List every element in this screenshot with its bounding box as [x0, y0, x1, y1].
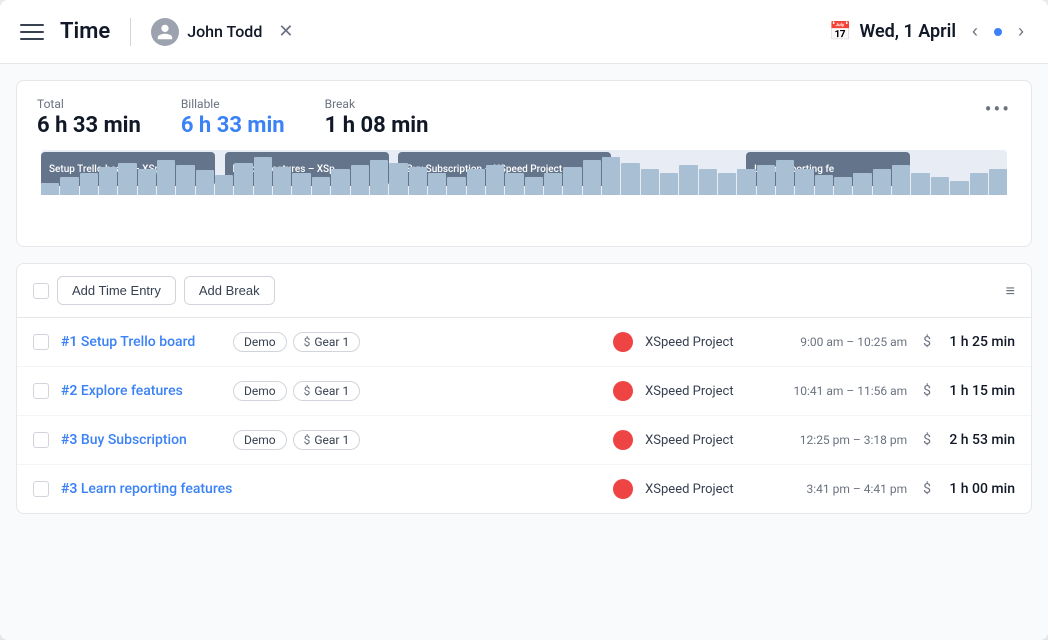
summary-card: Total 6 h 33 min Billable 6 h 33 min Bre…	[16, 80, 1032, 247]
prev-day-button[interactable]: ‹	[964, 17, 986, 46]
billable-value: 6 h 33 min	[181, 113, 285, 138]
demo-tag[interactable]: Demo	[233, 381, 287, 401]
user-info: John Todd ✕	[151, 18, 293, 46]
app-window: Time John Todd ✕ 📅 Wed, 1 April ‹ › Tota…	[0, 0, 1048, 640]
break-summary: Break 1 h 08 min	[325, 97, 429, 138]
project-color-dot	[613, 479, 633, 499]
entries-toolbar: Add Time Entry Add Break ≡	[17, 264, 1031, 318]
entry-duration: 2 h 53 min	[943, 432, 1015, 448]
dollar-icon: $	[304, 384, 311, 398]
project-name: XSpeed Project	[645, 384, 755, 399]
billable-icon: $	[923, 334, 931, 350]
close-icon[interactable]: ✕	[278, 21, 293, 42]
project-name: XSpeed Project	[645, 482, 755, 497]
entry-time-range: 3:41 pm – 4:41 pm	[767, 482, 907, 496]
today-dot[interactable]	[994, 28, 1002, 36]
entry-checkbox[interactable]	[33, 334, 49, 350]
billing-tag[interactable]: $ Gear 1	[293, 332, 361, 352]
entry-task[interactable]: #3 Learn reporting features	[61, 481, 232, 497]
header: Time John Todd ✕ 📅 Wed, 1 April ‹ ›	[0, 0, 1048, 64]
table-row: #3 Buy Subscription Demo $ Gear 1 XSpeed…	[17, 416, 1031, 465]
table-row: #3 Learn reporting features XSpeed Proje…	[17, 465, 1031, 513]
table-row: #2 Explore features Demo $ Gear 1 XSpeed…	[17, 367, 1031, 416]
add-time-entry-button[interactable]: Add Time Entry	[57, 276, 176, 305]
entry-time-range: 12:25 pm – 3:18 pm	[767, 433, 907, 447]
billing-tag[interactable]: $ Gear 1	[293, 381, 361, 401]
header-divider	[130, 18, 131, 46]
entry-checkbox[interactable]	[33, 383, 49, 399]
entry-duration: 1 h 00 min	[943, 481, 1015, 497]
dollar-icon: $	[304, 335, 311, 349]
billable-summary: Billable 6 h 33 min	[181, 97, 285, 138]
entry-checkbox[interactable]	[33, 432, 49, 448]
billable-icon: $	[923, 383, 931, 399]
user-name: John Todd	[187, 22, 262, 41]
next-day-button[interactable]: ›	[1010, 17, 1032, 46]
entry-checkbox[interactable]	[33, 481, 49, 497]
project-color-dot	[613, 381, 633, 401]
total-label: Total	[37, 97, 141, 111]
entries-list: #1 Setup Trello board Demo $ Gear 1 XSpe…	[17, 318, 1031, 513]
entry-task[interactable]: #3 Buy Subscription	[61, 432, 221, 448]
project-name: XSpeed Project	[645, 335, 755, 350]
date-nav: 📅 Wed, 1 April ‹ ›	[829, 17, 1032, 46]
avatar	[151, 18, 179, 46]
project-name: XSpeed Project	[645, 433, 755, 448]
timeline: Setup Trello board – XSpe Explore featur…	[37, 150, 1011, 230]
entry-time-range: 9:00 am – 10:25 am	[767, 335, 907, 349]
date-display: Wed, 1 April	[859, 21, 956, 42]
add-break-button[interactable]: Add Break	[184, 276, 275, 305]
total-summary: Total 6 h 33 min	[37, 97, 141, 138]
filter-icon[interactable]: ≡	[1006, 281, 1015, 301]
entry-time-range: 10:41 am – 11:56 am	[767, 384, 907, 398]
calendar-icon: 📅	[829, 21, 851, 42]
entry-tags: Demo $ Gear 1	[233, 381, 360, 401]
entry-duration: 1 h 25 min	[943, 334, 1015, 350]
entry-task[interactable]: #2 Explore features	[61, 383, 221, 399]
app-title: Time	[60, 19, 110, 44]
table-row: #1 Setup Trello board Demo $ Gear 1 XSpe…	[17, 318, 1031, 367]
total-value: 6 h 33 min	[37, 113, 141, 138]
entry-tags: Demo $ Gear 1	[233, 430, 360, 450]
main-content: Total 6 h 33 min Billable 6 h 33 min Bre…	[0, 64, 1048, 640]
entry-duration: 1 h 15 min	[943, 383, 1015, 399]
billable-label: Billable	[181, 97, 285, 111]
billing-tag[interactable]: $ Gear 1	[293, 430, 361, 450]
entries-card: Add Time Entry Add Break ≡ #1 Setup Trel…	[16, 263, 1032, 514]
more-options-button[interactable]: •••	[985, 97, 1011, 121]
break-label: Break	[325, 97, 429, 111]
menu-icon[interactable]	[16, 16, 48, 48]
project-color-dot	[613, 430, 633, 450]
project-color-dot	[613, 332, 633, 352]
demo-tag[interactable]: Demo	[233, 332, 287, 352]
billable-icon: $	[923, 481, 931, 497]
break-value: 1 h 08 min	[325, 113, 429, 138]
summary-row: Total 6 h 33 min Billable 6 h 33 min Bre…	[37, 97, 1011, 138]
billable-icon: $	[923, 432, 931, 448]
entry-tags: Demo $ Gear 1	[233, 332, 360, 352]
select-all-checkbox[interactable]	[33, 283, 49, 299]
entry-task[interactable]: #1 Setup Trello board	[61, 334, 221, 350]
header-left: Time John Todd ✕	[16, 16, 829, 48]
dollar-icon: $	[304, 433, 311, 447]
demo-tag[interactable]: Demo	[233, 430, 287, 450]
